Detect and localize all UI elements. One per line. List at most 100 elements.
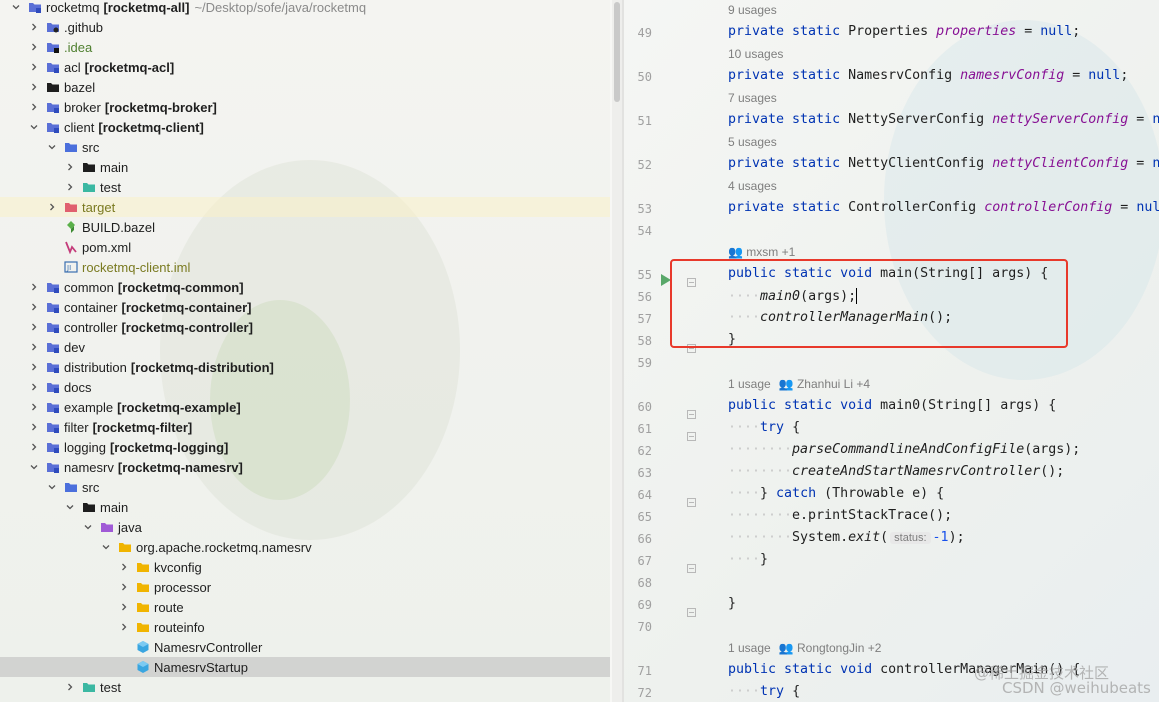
chevron-right-icon[interactable] xyxy=(28,381,40,393)
tree-item-client[interactable]: client [rocketmq-client] xyxy=(0,117,610,137)
tree-item-namesrvstartup[interactable]: NamesrvStartup xyxy=(0,657,610,677)
code-line[interactable]: ····try { xyxy=(728,420,800,435)
chevron-down-icon[interactable] xyxy=(64,501,76,513)
tree-item-docs[interactable]: docs xyxy=(0,377,610,397)
tree-item-filter[interactable]: filter [rocketmq-filter] xyxy=(0,417,610,437)
code-line[interactable]: ····} xyxy=(728,552,768,567)
tree-item-namesrv[interactable]: namesrv [rocketmq-namesrv] xyxy=(0,457,610,477)
usage-count[interactable]: 5 usages xyxy=(728,135,777,149)
tree-item-namesrvcontroller[interactable]: NamesrvController xyxy=(0,637,610,657)
inlay-usage-hint[interactable]: 9 usages xyxy=(728,3,777,17)
fold-toggle-icon[interactable] xyxy=(687,404,696,419)
tree-item-processor[interactable]: processor xyxy=(0,577,610,597)
chevron-down-icon[interactable] xyxy=(28,461,40,473)
tree-item-common[interactable]: common [rocketmq-common] xyxy=(0,277,610,297)
fold-toggle-icon[interactable] xyxy=(687,558,696,573)
chevron-right-icon[interactable] xyxy=(64,181,76,193)
tree-item-route[interactable]: route xyxy=(0,597,610,617)
tree-item-distribution[interactable]: distribution [rocketmq-distribution] xyxy=(0,357,610,377)
code-line[interactable]: } xyxy=(728,596,736,611)
code-line[interactable]: ····try { xyxy=(728,684,800,699)
chevron-down-icon[interactable] xyxy=(46,141,58,153)
code-line[interactable]: private static ControllerConfig controll… xyxy=(728,200,1159,215)
chevron-down-icon[interactable] xyxy=(82,521,94,533)
tree-scrollbar-thumb[interactable] xyxy=(614,2,620,102)
fold-toggle-icon[interactable] xyxy=(687,426,696,441)
chevron-right-icon[interactable] xyxy=(28,441,40,453)
tree-item-container[interactable]: container [rocketmq-container] xyxy=(0,297,610,317)
chevron-right-icon[interactable] xyxy=(28,81,40,93)
tree-item-java[interactable]: java xyxy=(0,517,610,537)
chevron-right-icon[interactable] xyxy=(118,561,130,573)
fold-toggle-icon[interactable] xyxy=(687,492,696,507)
chevron-down-icon[interactable] xyxy=(10,1,22,13)
inlay-usage-hint[interactable]: 👥 mxsm +1 xyxy=(728,245,795,259)
chevron-right-icon[interactable] xyxy=(28,61,40,73)
tree-item-main[interactable]: main xyxy=(0,157,610,177)
code-line[interactable]: ········createAndStartNamesrvController(… xyxy=(728,464,1064,479)
inlay-usage-hint[interactable]: 1 usage 👥 Zhanhui Li +4 xyxy=(728,377,870,391)
tree-item-controller[interactable]: controller [rocketmq-controller] xyxy=(0,317,610,337)
tree-item-rocketmq[interactable]: rocketmq [rocketmq-all] ~/Desktop/sofe/jav… xyxy=(0,0,610,17)
chevron-right-icon[interactable] xyxy=(64,161,76,173)
tree-item--idea[interactable]: .idea xyxy=(0,37,610,57)
tree-item-acl[interactable]: acl [rocketmq-acl] xyxy=(0,57,610,77)
code-line[interactable]: ····} catch (Throwable e) { xyxy=(728,486,944,501)
tree-scrollbar[interactable] xyxy=(612,0,622,702)
code-line[interactable]: private static NamesrvConfig namesrvConf… xyxy=(728,68,1128,83)
tree-item-test[interactable]: test xyxy=(0,177,610,197)
code-editor[interactable]: 49 50 51 52 53 54 55 56 57 58 59 60 61 62 63 64 65 66 67 68… xyxy=(624,0,1159,702)
tree-item-src[interactable]: src xyxy=(0,137,610,157)
usage-count[interactable]: 4 usages xyxy=(728,179,777,193)
chevron-right-icon[interactable] xyxy=(118,581,130,593)
fold-toggle-icon[interactable] xyxy=(687,602,696,617)
usage-count[interactable]: 1 usage xyxy=(728,377,771,391)
code-author-hint[interactable]: 👥 Zhanhui Li +4 xyxy=(779,377,870,391)
usage-count[interactable]: 10 usages xyxy=(728,47,783,61)
code-line[interactable]: ········System.exit(status: -1); xyxy=(728,530,965,545)
chevron-down-icon[interactable] xyxy=(46,481,58,493)
chevron-right-icon[interactable] xyxy=(64,681,76,693)
tree-item-example[interactable]: example [rocketmq-example] xyxy=(0,397,610,417)
chevron-right-icon[interactable] xyxy=(28,421,40,433)
chevron-right-icon[interactable] xyxy=(118,621,130,633)
chevron-right-icon[interactable] xyxy=(28,41,40,53)
inlay-usage-hint[interactable]: 10 usages xyxy=(728,47,783,61)
code-line[interactable]: ········e.printStackTrace(); xyxy=(728,508,952,523)
tree-item-rocketmq-client-iml[interactable]: JI rocketmq-client.iml xyxy=(0,257,610,277)
tree-item-dev[interactable]: dev xyxy=(0,337,610,357)
chevron-right-icon[interactable] xyxy=(28,361,40,373)
usage-count[interactable]: 9 usages xyxy=(728,3,777,17)
code-line[interactable]: public static void main0(String[] args) … xyxy=(728,398,1056,413)
chevron-down-icon[interactable] xyxy=(100,541,112,553)
chevron-right-icon[interactable] xyxy=(28,321,40,333)
tree-item-build-bazel[interactable]: BUILD.bazel xyxy=(0,217,610,237)
inlay-usage-hint[interactable]: 7 usages xyxy=(728,91,777,105)
tree-item-bazel[interactable]: bazel xyxy=(0,77,610,97)
code-line[interactable]: private static Properties properties = n… xyxy=(728,24,1080,39)
inlay-usage-hint[interactable]: 1 usage 👥 RongtongJin +2 xyxy=(728,641,881,655)
chevron-down-icon[interactable] xyxy=(28,121,40,133)
code-line[interactable]: private static NettyClientConfig nettyCl… xyxy=(728,156,1159,171)
chevron-right-icon[interactable] xyxy=(118,601,130,613)
chevron-right-icon[interactable] xyxy=(28,301,40,313)
chevron-right-icon[interactable] xyxy=(28,341,40,353)
chevron-right-icon[interactable] xyxy=(28,101,40,113)
code-author-hint[interactable]: 👥 mxsm +1 xyxy=(728,245,795,259)
tree-item-main[interactable]: main xyxy=(0,497,610,517)
tree-item-org-apache-rocketmq-namesrv[interactable]: org.apache.rocketmq.namesrv xyxy=(0,537,610,557)
tree-item-test[interactable]: test xyxy=(0,677,610,697)
code-line[interactable]: ········parseCommandlineAndConfigFile(ar… xyxy=(728,442,1080,457)
tree-item-logging[interactable]: logging [rocketmq-logging] xyxy=(0,437,610,457)
inlay-usage-hint[interactable]: 4 usages xyxy=(728,179,777,193)
chevron-right-icon[interactable] xyxy=(28,281,40,293)
code-author-hint[interactable]: 👥 RongtongJin +2 xyxy=(779,641,882,655)
tree-item-broker[interactable]: broker [rocketmq-broker] xyxy=(0,97,610,117)
tree-item-pom-xml[interactable]: pom.xml xyxy=(0,237,610,257)
chevron-right-icon[interactable] xyxy=(28,401,40,413)
tree-item--github[interactable]: .github xyxy=(0,17,610,37)
code-line[interactable]: private static NettyServerConfig nettySe… xyxy=(728,112,1159,127)
chevron-right-icon[interactable] xyxy=(46,201,58,213)
tree-item-target[interactable]: target xyxy=(0,197,610,217)
tree-item-kvconfig[interactable]: kvconfig xyxy=(0,557,610,577)
